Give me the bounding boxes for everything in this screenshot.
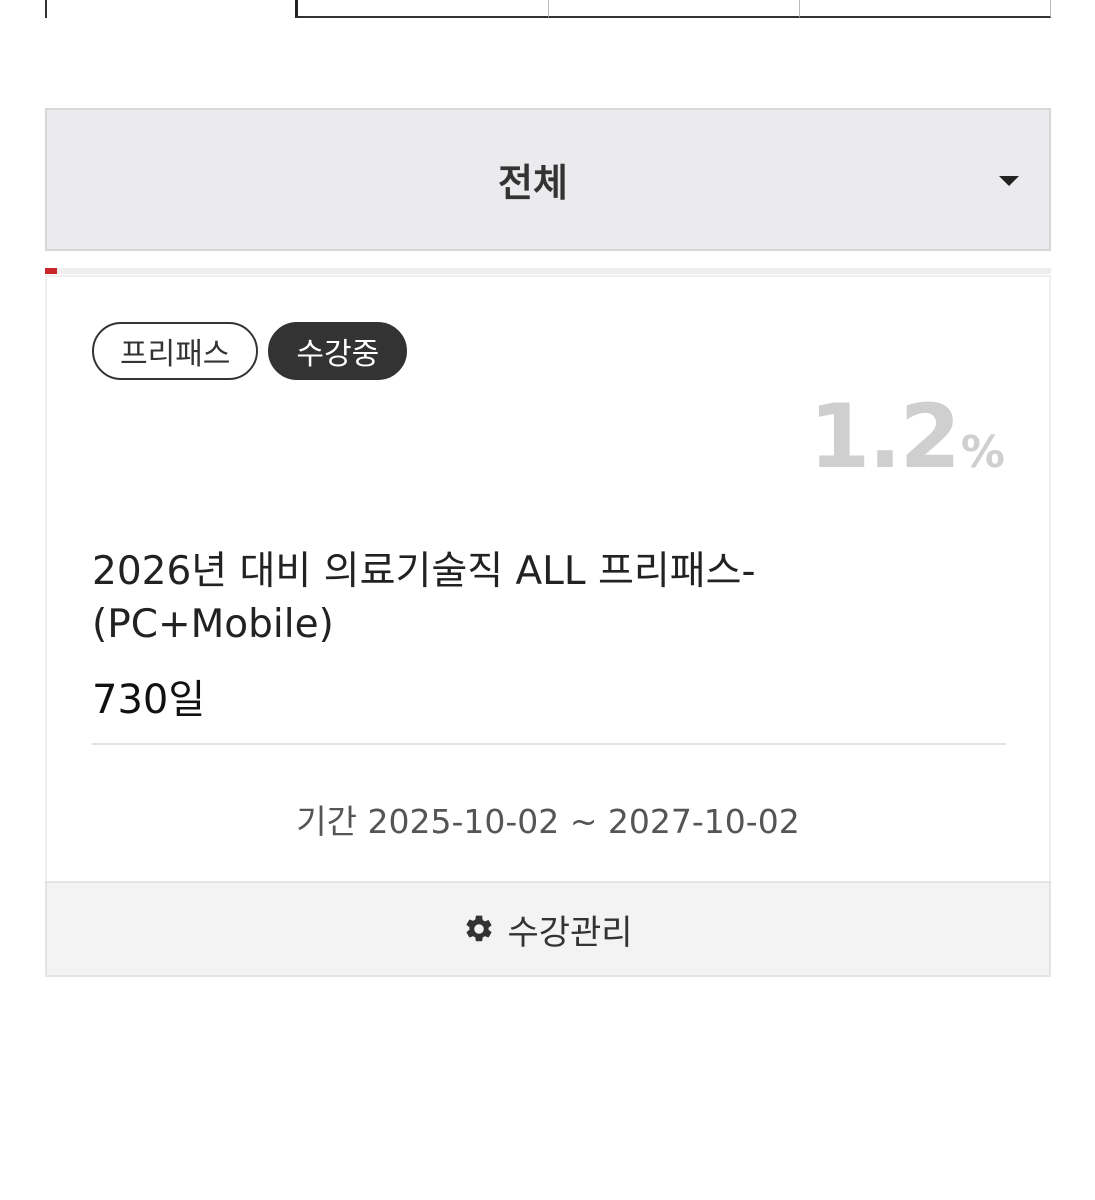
course-duration: 730일 — [92, 677, 206, 723]
manage-course-button[interactable]: 수강관리 — [45, 881, 1051, 977]
tab-1[interactable] — [45, 0, 295, 18]
badge-in-progress: 수강중 — [268, 322, 408, 380]
progress-percent-unit: % — [960, 427, 1005, 478]
filter-dropdown[interactable]: 전체 — [45, 108, 1051, 251]
tab-3[interactable] — [548, 0, 799, 18]
gear-icon — [463, 913, 495, 945]
page: 전체 프리패스 수강중 1.2 % 2026년 대비 의료기술직 ALL 프리패… — [0, 0, 1095, 1200]
course-period: 기간 2025-10-02 ~ 2027-10-02 — [296, 802, 800, 841]
course-title-line-2: (PC+Mobile) — [92, 602, 334, 647]
caret-down-icon — [999, 176, 1019, 186]
course-title[interactable]: 2026년 대비 의료기술직 ALL 프리패스- (PC+Mobile) — [92, 545, 912, 651]
progress-bar — [45, 268, 1051, 274]
course-title-line-1: 2026년 대비 의료기술직 ALL 프리패스- — [92, 549, 756, 594]
course-card[interactable]: 프리패스 수강중 1.2 % 2026년 대비 의료기술직 ALL 프리패스- … — [45, 275, 1051, 977]
divider — [92, 743, 1006, 745]
filter-selected-label: 전체 — [498, 161, 568, 205]
tab-strip — [45, 0, 1051, 18]
progress-percent-value: 1.2 — [809, 385, 961, 488]
tab-4[interactable] — [799, 0, 1051, 18]
manage-course-label: 수강관리 — [507, 912, 633, 953]
badge-group: 프리패스 수강중 — [92, 322, 408, 380]
tab-2[interactable] — [295, 0, 548, 18]
badge-freepass: 프리패스 — [92, 322, 259, 380]
progress-percent: 1.2 % — [809, 385, 1005, 488]
progress-bar-fill — [45, 268, 58, 274]
